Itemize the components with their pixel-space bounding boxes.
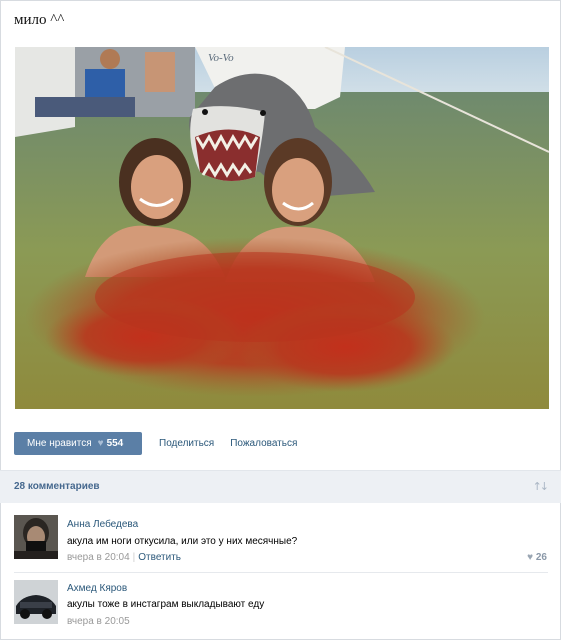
heart-icon: ♥	[527, 552, 534, 563]
svg-text:Vo-Vo: Vo-Vo	[208, 52, 234, 64]
comment-text: акулы тоже в инстаграм выкладывают еду	[67, 599, 265, 610]
comment-author[interactable]: Ахмед Кяров	[67, 583, 127, 594]
post-actions: Мне нравится ♥ 554 Поделиться Пожаловать…	[14, 432, 297, 455]
comment-author[interactable]: Анна Лебедева	[67, 519, 138, 530]
comment-meta: вчера в 20:04 | Ответить	[67, 552, 181, 563]
comment-divider	[14, 572, 548, 573]
comment-time[interactable]: вчера в 20:04	[67, 552, 130, 563]
post-photo[interactable]: Vo-Vo	[15, 47, 549, 409]
comments-header: 28 комментариев ↑↓	[0, 470, 561, 503]
heart-icon: ♥	[97, 438, 104, 449]
comment-item: Анна Лебедева акула им ноги откусила, ил…	[0, 514, 561, 572]
comments-count[interactable]: 28 комментариев	[14, 481, 100, 492]
comment-time[interactable]: вчера в 20:05	[67, 616, 130, 627]
photo-illustration: Vo-Vo	[15, 47, 549, 409]
avatar[interactable]	[14, 515, 58, 559]
like-label: Мне нравится	[27, 438, 92, 449]
comment-like-button[interactable]: ♥ 26	[527, 552, 547, 563]
like-count: 554	[106, 438, 124, 449]
reply-link[interactable]: Ответить	[138, 552, 181, 563]
comment-text: акула им ноги откусила, или это у них ме…	[67, 536, 298, 547]
like-button[interactable]: Мне нравится ♥ 554	[14, 432, 142, 455]
comment-like-count: 26	[535, 552, 547, 563]
sort-icon[interactable]: ↑↓	[533, 480, 550, 493]
report-link[interactable]: Пожаловаться	[230, 438, 297, 449]
avatar[interactable]	[14, 580, 58, 624]
share-link[interactable]: Поделиться	[159, 438, 214, 449]
meta-separator: |	[132, 552, 136, 563]
comment-item: Ахмед Кяров акулы тоже в инстаграм выкла…	[0, 578, 561, 634]
post-text: мило ^^	[14, 12, 65, 28]
comment-meta: вчера в 20:05	[67, 616, 130, 627]
